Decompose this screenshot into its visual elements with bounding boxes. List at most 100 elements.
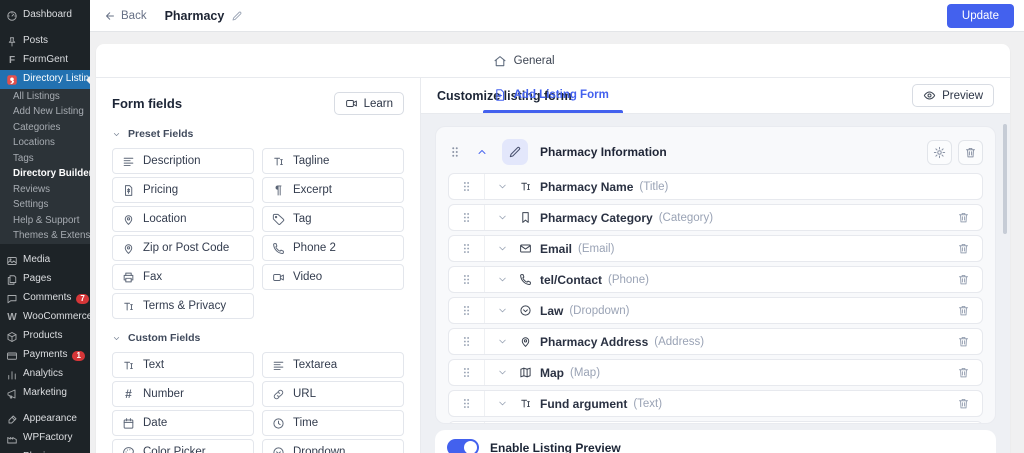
sidebar-item-label: Pages: [23, 273, 52, 285]
trash-icon[interactable]: [957, 366, 970, 379]
sidebar-item[interactable]: Reviews: [0, 182, 90, 198]
chevron-down-icon[interactable]: [497, 305, 508, 316]
sidebar-item[interactable]: Directory Listings: [0, 70, 90, 89]
chevron-up-icon[interactable]: [476, 146, 488, 158]
sidebar-item[interactable]: W WooCommerce: [0, 308, 90, 327]
field-type-button[interactable]: Description: [112, 148, 254, 174]
sidebar-item[interactable]: Appearance: [0, 410, 90, 429]
trash-icon[interactable]: [957, 242, 970, 255]
form-field-row[interactable]: Map (Map): [448, 359, 983, 386]
tab-icon: [493, 88, 507, 102]
trash-icon[interactable]: [957, 211, 970, 224]
sidebar-item[interactable]: Directory Builder: [0, 166, 90, 182]
field-type-button[interactable]: Zip or Post Code: [112, 235, 254, 261]
drag-handle-icon[interactable]: [449, 329, 485, 354]
field-type-button[interactable]: Location: [112, 206, 254, 232]
drag-handle-icon[interactable]: [449, 267, 485, 292]
form-field-row[interactable]: Pharmacy Category (Category): [448, 204, 983, 231]
field-type-button[interactable]: Date: [112, 410, 254, 436]
learn-button[interactable]: Learn: [333, 92, 404, 115]
sidebar-item[interactable]: All Listings: [0, 89, 90, 105]
form-field-row[interactable]: Pharmacy Address (Address): [448, 328, 983, 355]
form-field-row[interactable]: tel/Contact (Phone): [448, 266, 983, 293]
chevron-down-icon[interactable]: [497, 181, 508, 192]
form-field-row[interactable]: Email (Email): [448, 235, 983, 262]
drag-handle-icon[interactable]: [449, 236, 485, 261]
field-type-button[interactable]: Dropdown: [262, 439, 404, 453]
field-type-button[interactable]: # Number: [112, 381, 254, 407]
sidebar-item[interactable]: Settings: [0, 197, 90, 213]
sidebar-item[interactable]: Categories: [0, 120, 90, 136]
enable-preview-toggle[interactable]: [447, 439, 479, 453]
field-type-label: Excerpt: [293, 184, 332, 196]
field-type-label: Pricing: [143, 184, 179, 196]
form-field-row[interactable]: Fund argument (Text): [448, 390, 983, 417]
group-delete-button[interactable]: [958, 139, 983, 165]
drag-handle-icon[interactable]: [449, 360, 485, 385]
field-row-type: (Text): [633, 397, 663, 410]
sidebar-item-label: Dashboard: [23, 9, 72, 21]
chevron-down-icon[interactable]: [497, 212, 508, 223]
scrollbar-thumb[interactable]: [1003, 124, 1007, 234]
preset-fields-section-toggle[interactable]: Preset Fields: [112, 128, 404, 140]
field-type-button[interactable]: Phone 2: [262, 235, 404, 261]
chevron-down-icon[interactable]: [497, 336, 508, 347]
sidebar-item[interactable]: Locations: [0, 135, 90, 151]
sidebar-item[interactable]: Media: [0, 251, 90, 270]
field-type-button[interactable]: Fax: [112, 264, 254, 290]
field-type-button[interactable]: ¶ Excerpt: [262, 177, 404, 203]
edit-title-icon[interactable]: [231, 10, 243, 22]
group-settings-button[interactable]: [927, 139, 952, 165]
field-type-button[interactable]: Text: [112, 352, 254, 378]
field-type-button[interactable]: Color Picker: [112, 439, 254, 453]
sidebar-item[interactable]: Posts: [0, 32, 90, 51]
sidebar-item[interactable]: Pages: [0, 270, 90, 289]
chevron-down-icon[interactable]: [497, 243, 508, 254]
back-button[interactable]: Back: [104, 10, 147, 22]
field-type-button[interactable]: Textarea: [262, 352, 404, 378]
sidebar-item[interactable]: Add New Listing: [0, 104, 90, 120]
field-type-button[interactable]: URL: [262, 381, 404, 407]
sidebar-item[interactable]: Plugins 17: [0, 448, 90, 453]
trash-icon[interactable]: [957, 335, 970, 348]
drag-handle-icon[interactable]: [449, 391, 485, 416]
sidebar-item[interactable]: Marketing: [0, 384, 90, 403]
form-field-row[interactable]: Pharmacy Name (Title): [448, 173, 983, 200]
trash-icon[interactable]: [957, 397, 970, 410]
sidebar-item[interactable]: WPFactory: [0, 429, 90, 448]
field-type-button[interactable]: Tag: [262, 206, 404, 232]
field-type-button[interactable]: Tagline: [262, 148, 404, 174]
builder-topbar: Back Pharmacy Update: [90, 0, 1024, 32]
update-button[interactable]: Update: [946, 3, 1014, 28]
field-type-button[interactable]: Video: [262, 264, 404, 290]
drag-handle-icon[interactable]: [448, 145, 462, 159]
builder-tab[interactable]: Add Listing Form: [482, 78, 624, 113]
trash-icon[interactable]: [957, 304, 970, 317]
custom-fields-section-toggle[interactable]: Custom Fields: [112, 332, 404, 344]
sidebar-item-label: Categories: [13, 121, 61, 133]
sidebar-item[interactable]: Comments 7: [0, 289, 90, 308]
drag-handle-icon[interactable]: [449, 205, 485, 230]
drag-handle-icon[interactable]: [449, 298, 485, 323]
chevron-down-icon[interactable]: [497, 367, 508, 378]
builder-tab[interactable]: General: [491, 44, 616, 78]
chevron-down-icon[interactable]: [497, 274, 508, 285]
sidebar-item[interactable]: Payments 1: [0, 346, 90, 365]
chevron-down-icon[interactable]: [497, 398, 508, 409]
field-rows: Pharmacy Name (Title) Pharmacy Category …: [448, 173, 983, 417]
chevron-down-icon: [112, 334, 121, 343]
sidebar-item[interactable]: Products: [0, 327, 90, 346]
sidebar-item[interactable]: Tags: [0, 151, 90, 167]
preview-button[interactable]: Preview: [912, 84, 994, 107]
field-type-button[interactable]: Terms & Privacy: [112, 293, 254, 319]
sidebar-item[interactable]: Themes & Extensions: [0, 228, 90, 244]
form-field-row[interactable]: Law (Dropdown): [448, 297, 983, 324]
sidebar-item[interactable]: Help & Support: [0, 213, 90, 229]
sidebar-item[interactable]: F FormGent: [0, 51, 90, 70]
field-type-button[interactable]: Time: [262, 410, 404, 436]
trash-icon[interactable]: [957, 273, 970, 286]
sidebar-item[interactable]: Dashboard: [0, 6, 90, 25]
sidebar-item[interactable]: Analytics: [0, 365, 90, 384]
field-type-button[interactable]: Pricing: [112, 177, 254, 203]
drag-handle-icon[interactable]: [449, 174, 485, 199]
